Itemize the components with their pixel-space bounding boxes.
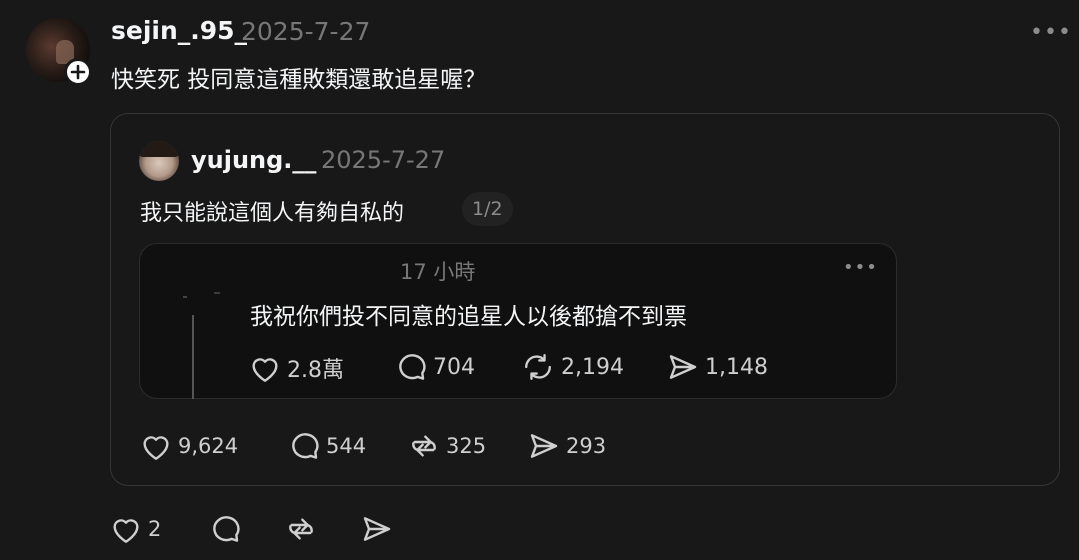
post-text: 快笑死 投同意這種敗類還敢追星喔？ — [111, 67, 487, 93]
quoted-avatar[interactable] — [139, 141, 179, 181]
send-icon — [363, 517, 391, 541]
embedded-share-count: 1,148 — [705, 354, 768, 380]
embedded-repost-stat: 2,194 — [521, 352, 624, 382]
quoted-reply-count: 544 — [326, 434, 367, 458]
embedded-time: 17 小時 — [400, 260, 476, 284]
embedded-like-count: 2.8萬 — [287, 358, 344, 383]
divider — [183, 296, 187, 298]
comment-icon — [292, 433, 319, 459]
quoted-repost-button[interactable]: 325 — [408, 431, 486, 461]
thread-line — [192, 315, 194, 399]
post-timestamp: 2025-7-27 — [241, 17, 371, 46]
repost-button[interactable] — [285, 514, 317, 544]
embedded-repost-count: 2,194 — [561, 354, 624, 380]
quoted-username[interactable]: yujung.__ — [191, 146, 316, 174]
embedded-like-stat: 2.8萬 — [249, 352, 344, 384]
quoted-repost-count: 325 — [446, 434, 487, 458]
quoted-text: 我只能說這個人有夠自私的 — [140, 201, 405, 226]
heart-icon — [113, 519, 139, 543]
embedded-more-icon: ••• — [843, 257, 878, 278]
like-button[interactable]: 2 — [110, 514, 161, 544]
quoted-like-button[interactable]: 9,624 — [140, 431, 238, 461]
quoted-reply-button[interactable]: 544 — [288, 431, 366, 461]
reply-button[interactable] — [209, 514, 241, 544]
comment-icon — [399, 354, 426, 380]
repost-icon — [412, 435, 436, 457]
embedded-reply-count: 704 — [433, 354, 475, 380]
quoted-share-button[interactable]: 293 — [528, 431, 606, 461]
repost-icon — [289, 518, 313, 540]
quoted-like-count: 9,624 — [178, 434, 239, 458]
follow-plus-icon[interactable] — [64, 58, 92, 86]
divider — [214, 292, 220, 294]
send-icon — [530, 434, 558, 458]
comment-icon — [213, 516, 240, 542]
page-indicator: 1/2 — [462, 192, 513, 226]
embedded-share-stat: 1,148 — [667, 352, 768, 382]
embedded-reply-stat: 704 — [395, 352, 475, 382]
heart-icon — [143, 436, 169, 460]
username[interactable]: sejin_.95_ — [111, 16, 247, 45]
like-count: 2 — [148, 517, 162, 541]
share-button[interactable] — [361, 514, 393, 544]
embedded-text: 我祝你們投不同意的追星人以後都搶不到票 — [250, 304, 687, 330]
heart-icon — [252, 358, 278, 382]
quoted-timestamp: 2025-7-27 — [321, 146, 446, 174]
send-icon — [669, 355, 697, 379]
quoted-share-count: 293 — [566, 434, 607, 458]
repost-icon — [525, 354, 551, 380]
more-options-button[interactable]: ••• — [1030, 20, 1072, 45]
